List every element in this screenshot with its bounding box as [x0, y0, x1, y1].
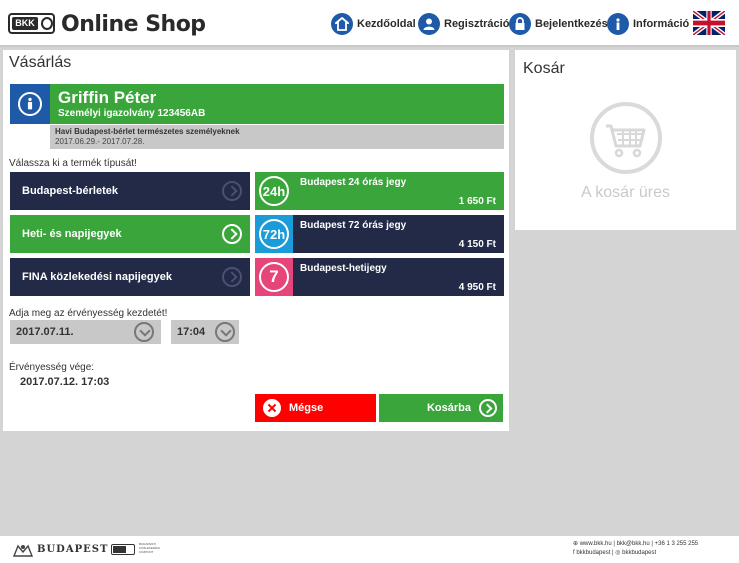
ticket-weekly-badge-icon: 7 — [255, 258, 293, 296]
user-bar: Griffin Péter Személyi igazolvány 123456… — [10, 84, 504, 124]
ticket-24h[interactable]: 24h Budapest 24 órás jegy 1 650 Ft — [255, 172, 504, 210]
bkk-footer-logo[interactable] — [111, 544, 135, 555]
footer-bar: BUDAPEST BUDAPESTI KÖZLEKEDÉSI KÖZPONT ⊕… — [0, 536, 739, 563]
nav-info-label: Információ — [633, 18, 690, 30]
uk-flag-icon[interactable] — [692, 8, 726, 38]
shopping-cart-icon — [590, 102, 662, 174]
ticket-72h-badge-icon: 72h — [255, 215, 293, 253]
budapest-crest-icon — [12, 544, 34, 557]
chevron-down-icon — [134, 322, 154, 342]
ticket-72h[interactable]: 72h Budapest 72 órás jegy 4 150 Ft — [255, 215, 504, 253]
pass-dates: 2017.06.29.- 2017.07.28. — [55, 137, 145, 146]
ticket-name: Budapest 24 órás jegy — [300, 177, 407, 188]
nav-info[interactable]: Információ — [607, 11, 689, 37]
footer-contact: ⊕ www.bkk.hu | bkk@bkk.hu | +36 1 3 255 … — [573, 540, 698, 558]
user-name: Griffin Péter — [58, 88, 157, 107]
user-id-document: Személyi igazolvány 123456AB — [58, 108, 206, 119]
badge-text: 7 — [259, 262, 289, 292]
category-label: Budapest-bérletek — [22, 185, 118, 197]
person-icon — [18, 92, 42, 116]
category-label: Heti- és napijegyek — [22, 228, 122, 240]
cancel-button[interactable]: Mégse — [255, 394, 376, 422]
category-weekly-daily-tickets[interactable]: Heti- és napijegyek — [10, 215, 250, 253]
info-icon — [607, 13, 629, 35]
ticket-name: Budapest 72 órás jegy — [300, 220, 407, 231]
nav-home[interactable]: Kezdőoldal — [331, 11, 416, 37]
cancel-label: Mégse — [289, 402, 324, 414]
ticket-price: 4 950 Ft — [458, 282, 496, 293]
start-date-select[interactable]: 2017.07.11. — [10, 320, 161, 344]
ticket-24h-badge-icon: 24h — [255, 172, 293, 210]
user-info-icon-box — [10, 84, 50, 124]
user-icon — [418, 13, 440, 35]
bkk-sub-line: KÖZPONT — [139, 550, 154, 554]
ticket-price: 1 650 Ft — [458, 196, 496, 207]
validity-end-value: 2017.07.12. 17:03 — [20, 376, 110, 388]
nav-login[interactable]: Bejelentkezés — [509, 11, 608, 37]
arrow-right-icon — [479, 399, 497, 417]
contact-line-1[interactable]: ⊕ www.bkk.hu | bkk@bkk.hu | +36 1 3 255 … — [573, 540, 698, 549]
home-icon — [331, 13, 353, 35]
badge-text: 72h — [259, 219, 289, 249]
chevron-right-icon — [222, 181, 242, 201]
chevron-right-icon — [222, 224, 242, 244]
chevron-down-icon — [215, 322, 235, 342]
close-icon — [263, 399, 281, 417]
category-fina-tickets[interactable]: FINA közlekedési napijegyek — [10, 258, 250, 296]
cart-panel: Kosár A kosár üres — [515, 50, 736, 230]
badge-text: 24h — [259, 176, 289, 206]
bkk-footer-logo-mark — [113, 546, 126, 553]
ticket-price: 4 150 Ft — [458, 239, 496, 250]
validity-end-label: Érvényesség vége: — [9, 362, 95, 373]
current-pass-bar: Havi Budapest-bérlet természetes személy… — [50, 125, 504, 149]
budapest-wordmark: BUDAPEST — [37, 544, 109, 555]
category-budapest-passes[interactable]: Budapest-bérletek — [10, 172, 250, 210]
cart-empty-text: A kosár üres — [581, 184, 670, 201]
nav-home-label: Kezdőoldal — [357, 18, 416, 30]
start-time-select[interactable]: 17:04 — [171, 320, 239, 344]
nav-register[interactable]: Regisztráció — [418, 11, 509, 37]
add-to-cart-label: Kosárba — [426, 402, 471, 414]
start-time-value: 17:04 — [177, 326, 206, 338]
nav-register-label: Regisztráció — [444, 18, 510, 30]
brand-title: Online Shop — [61, 12, 206, 37]
start-date-value: 2017.07.11. — [16, 326, 74, 338]
logo-ring-icon — [41, 17, 53, 30]
cart-title: Kosár — [523, 60, 565, 77]
contact-line-2[interactable]: f bkkbudapest | ◎ bkkbudapest — [573, 549, 698, 558]
nav-login-label: Bejelentkezés — [535, 18, 608, 30]
bkk-logo[interactable]: BKK — [8, 13, 55, 34]
lock-icon — [509, 13, 531, 35]
chevron-right-icon — [222, 267, 242, 287]
logo-text: BKK — [12, 17, 38, 30]
product-type-prompt: Válassza ki a termék típusát! — [9, 158, 137, 169]
validity-start-prompt: Adja meg az érvényesség kezdetét! — [9, 308, 168, 319]
ticket-name: Budapest-hetijegy — [300, 263, 387, 274]
page-title: Vásárlás — [9, 54, 72, 71]
header-bar: BKK Online Shop Kezdőoldal Regisztráció … — [0, 0, 739, 47]
purchase-panel: Vásárlás Griffin Péter Személyi igazolvá… — [3, 50, 509, 431]
add-to-cart-button[interactable]: Kosárba — [379, 394, 503, 422]
pass-title: Havi Budapest-bérlet természetes személy… — [55, 127, 240, 136]
bkk-footer-subtitle: BUDAPESTI KÖZLEKEDÉSI KÖZPONT — [139, 542, 160, 554]
ticket-weekly[interactable]: 7 Budapest-hetijegy 4 950 Ft — [255, 258, 504, 296]
category-label: FINA közlekedési napijegyek — [22, 271, 172, 283]
